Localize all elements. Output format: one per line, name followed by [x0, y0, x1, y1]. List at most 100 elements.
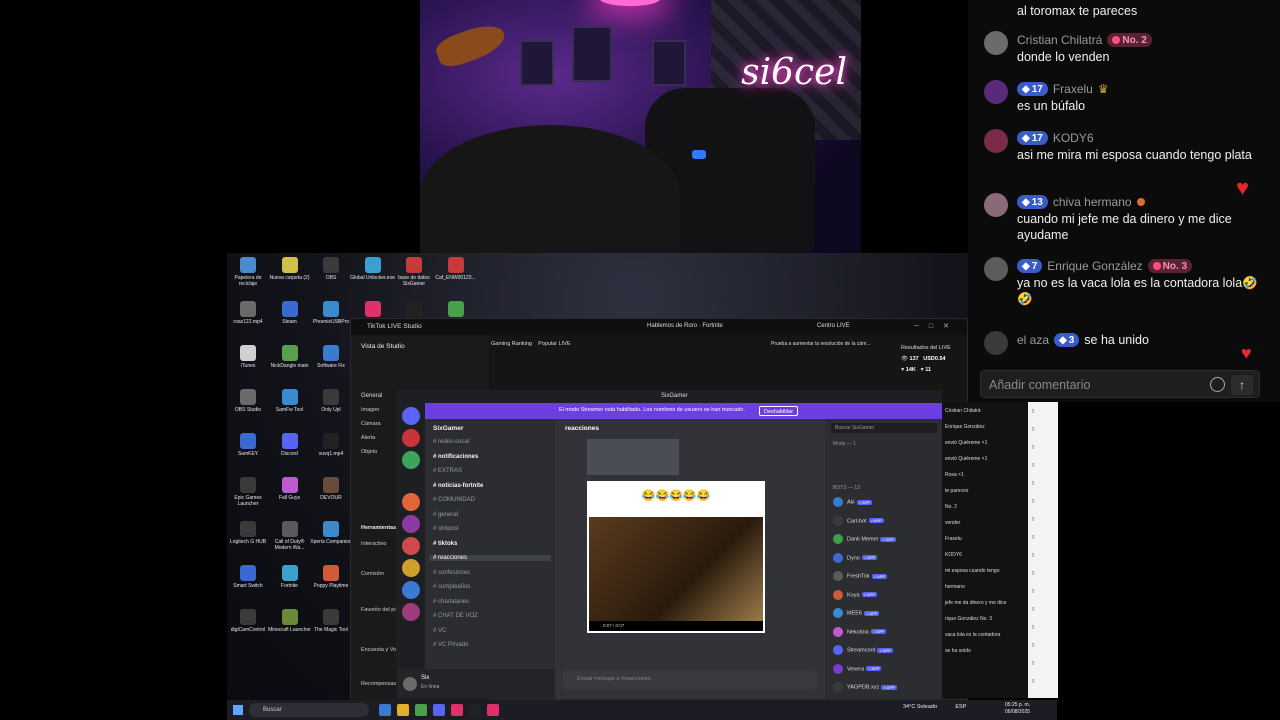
desktop-icon[interactable]: OBS Studio — [227, 389, 271, 413]
desktop-icon[interactable]: NickDangle main — [267, 345, 313, 369]
channel-item[interactable]: # COMUNIDAD — [433, 497, 475, 503]
channel-item[interactable]: # CHAT DE VOZ — [433, 613, 478, 619]
app-icon[interactable] — [379, 704, 391, 716]
file-icon[interactable]: ▯ — [1032, 570, 1034, 576]
studio-view-select[interactable]: Vista de Studio — [361, 343, 405, 350]
member-item[interactable]: Streamcord ✓APP — [833, 645, 893, 655]
member-item[interactable]: Dyno ✓APP — [833, 552, 878, 563]
tab-gaming-ranking[interactable]: Gaming Ranking — [491, 341, 532, 347]
app-icon[interactable] — [451, 704, 463, 716]
file-icon[interactable]: ▯ — [1032, 588, 1034, 594]
tab-popular-live[interactable]: Popular LIVE — [538, 341, 570, 347]
server-name[interactable]: SixGamer — [433, 425, 463, 432]
desktop-icon[interactable]: The Magic Tool — [308, 609, 354, 633]
server-icon[interactable] — [402, 407, 420, 425]
file-icon[interactable]: ▯ — [1032, 552, 1034, 558]
weather[interactable]: 34°C Soleado — [903, 704, 937, 710]
chat-username[interactable]: KODY6 — [1053, 131, 1094, 145]
desktop-icon[interactable]: Epic Games Launcher — [227, 477, 271, 507]
file-icon[interactable]: ▯ — [1032, 678, 1034, 684]
source-item[interactable]: Cámara — [361, 421, 381, 427]
desktop-icon[interactable]: Poppy Playtime — [308, 565, 354, 589]
desktop-icon[interactable]: Papelera de reciclaje — [227, 257, 271, 287]
file-icon[interactable]: ▯ — [1032, 498, 1034, 504]
desktop-icon[interactable]: DEVOUR — [308, 477, 354, 501]
channel-item[interactable]: # VC Privado — [433, 642, 468, 648]
desktop-icon[interactable]: Caf_ENW00120... — [433, 257, 479, 281]
file-icon[interactable]: ▯ — [1032, 534, 1034, 540]
desktop-icon[interactable]: vuvq1.mp4 — [308, 433, 354, 457]
avatar[interactable] — [984, 257, 1008, 281]
desktop-icon[interactable]: Fall Guys — [267, 477, 313, 501]
member-item[interactable]: Aki ✓APP — [833, 497, 872, 507]
folder-icon[interactable] — [397, 704, 409, 716]
source-item[interactable]: Objeto — [361, 449, 377, 455]
desktop-icon[interactable]: OBS — [308, 257, 354, 281]
desktop-icon[interactable]: Xperia Companion — [308, 521, 354, 545]
channel-item[interactable]: # noticias-fortnite — [433, 483, 483, 489]
avatar[interactable] — [984, 193, 1008, 217]
file-icon[interactable]: ▯ — [1032, 480, 1034, 486]
channel-item[interactable]: # shitpost — [433, 526, 459, 532]
video-player[interactable] — [589, 517, 763, 621]
media-attachment[interactable] — [587, 439, 679, 475]
desktop-icon[interactable]: Software Fix — [308, 345, 354, 369]
desktop-icon[interactable]: PhoenixUSBPro — [308, 301, 354, 325]
desktop-icon[interactable]: Call of Duty® Modern Wa... — [267, 521, 313, 551]
server-icon[interactable] — [402, 537, 420, 555]
desktop-icon[interactable]: Only Upl — [308, 389, 354, 413]
taskbar-search[interactable]: Buscar — [249, 703, 369, 717]
desktop-icon[interactable]: Logitech G HUB — [227, 521, 271, 545]
member-item[interactable]: MEE6 ✓APP — [833, 608, 880, 618]
server-icon[interactable] — [402, 493, 420, 511]
desktop-icon[interactable]: digiCamControl — [227, 609, 271, 633]
chat-username[interactable]: chiva hermano — [1053, 195, 1132, 209]
desktop-icon[interactable]: Global Unlocker.exe — [350, 257, 396, 281]
desktop-icon[interactable]: Discord — [267, 433, 313, 457]
file-icon[interactable]: ▯ — [1032, 606, 1034, 612]
discord-icon[interactable] — [433, 704, 445, 716]
file-icon[interactable]: ▯ — [1032, 462, 1034, 468]
avatar[interactable] — [984, 129, 1008, 153]
avatar[interactable] — [984, 80, 1008, 104]
avatar[interactable] — [984, 31, 1008, 55]
channel-item[interactable]: # charlatanes — [433, 599, 469, 605]
server-icon[interactable] — [402, 515, 420, 533]
member-item[interactable]: Dank Memer ✓APP — [833, 534, 896, 544]
centro-live-button[interactable]: Centro LIVE — [817, 323, 850, 329]
desktop-icon[interactable]: Nueva carpeta (2) — [267, 257, 313, 281]
desktop-icon[interactable]: Steam — [267, 301, 313, 325]
channel-item[interactable]: # EXTRAS — [433, 468, 462, 474]
file-icon[interactable]: ▯ — [1032, 444, 1034, 450]
message-input[interactable]: Enviar mensaje a #reacciones — [563, 671, 817, 689]
emoji-icon[interactable] — [1210, 377, 1225, 392]
server-icon[interactable] — [402, 429, 420, 447]
chat-username[interactable]: Fraxelu — [1053, 82, 1093, 96]
file-icon[interactable]: ▯ — [1032, 426, 1034, 432]
channel-item[interactable]: # general — [433, 512, 458, 518]
tool-item[interactable]: Interactivo — [361, 541, 386, 547]
file-icon[interactable]: ▯ — [1032, 408, 1034, 414]
channel-item[interactable]: # confesiones — [433, 570, 470, 576]
clock[interactable]: 05:25 p. m. 06/08/2025 — [1005, 702, 1030, 716]
avatar[interactable] — [403, 677, 417, 691]
server-icon[interactable] — [402, 581, 420, 599]
desktop-icon[interactable]: roaz122.mp4 — [227, 301, 271, 325]
comment-input[interactable] — [989, 375, 1199, 395]
channel-item[interactable]: # notificaciones — [433, 454, 478, 460]
file-icon[interactable]: ▯ — [1032, 660, 1034, 666]
file-icon[interactable]: ▯ — [1032, 516, 1034, 522]
server-icon[interactable] — [402, 559, 420, 577]
chat-username[interactable]: Cristian Chilatrá — [1017, 33, 1102, 47]
server-icon[interactable] — [402, 451, 420, 469]
desktop-icon[interactable]: SamKEY — [227, 433, 271, 457]
send-button[interactable]: ↑ — [1231, 375, 1253, 395]
window-controls[interactable]: ─□✕ — [914, 322, 959, 330]
member-item[interactable]: Carl-bot ✓APP — [833, 515, 884, 526]
member-item[interactable]: Nekotina ✓APP — [833, 626, 887, 637]
scene-general[interactable]: General — [361, 393, 382, 399]
file-icon[interactable]: ▯ — [1032, 624, 1034, 630]
chrome-icon[interactable] — [415, 704, 427, 716]
disable-streamer-button[interactable]: Deshabilitar — [759, 406, 799, 416]
desktop-icon[interactable]: SamFw Tool — [267, 389, 313, 413]
